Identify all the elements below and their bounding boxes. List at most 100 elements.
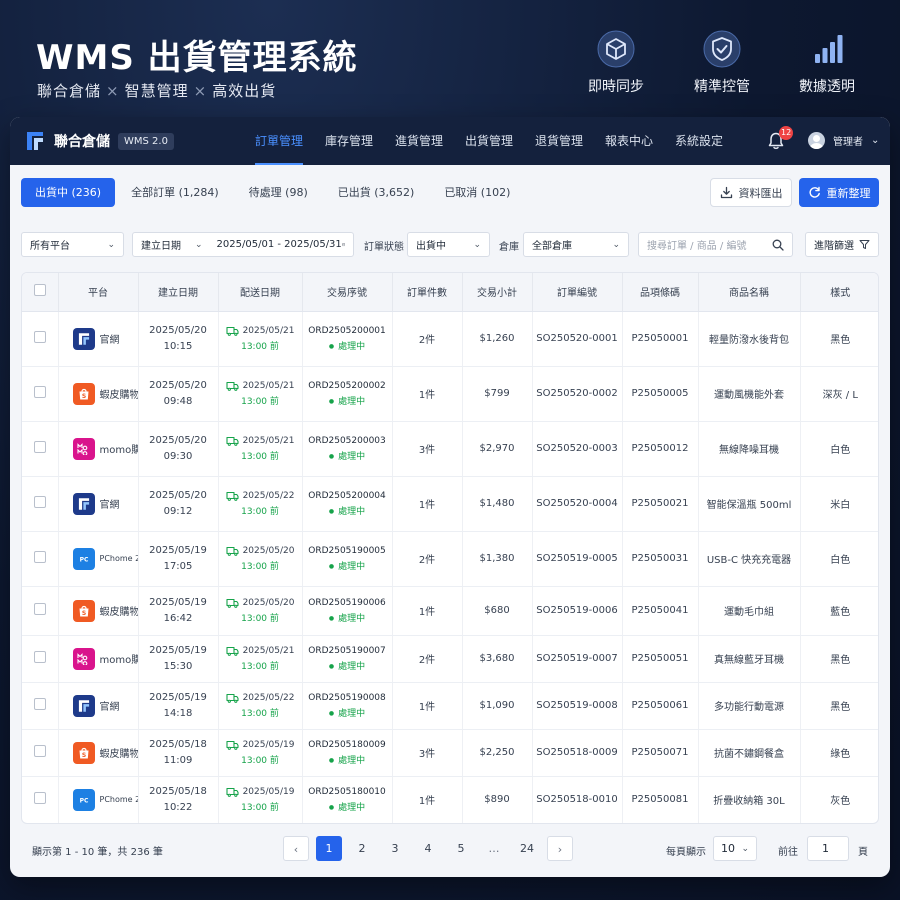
page-button-3[interactable]: 3: [382, 836, 408, 861]
brand[interactable]: 聯合倉儲 WMS 2.0: [24, 130, 174, 152]
order-no-cell[interactable]: SO250518-0009: [532, 729, 623, 777]
truck-icon: [226, 436, 239, 446]
page-button-4[interactable]: 4: [415, 836, 441, 861]
chevron-left-icon: ‹: [293, 843, 299, 856]
row-checkbox[interactable]: [33, 496, 46, 508]
per-page-select[interactable]: 10 ⌄: [713, 836, 757, 861]
goto-page-input[interactable]: 1: [807, 836, 849, 861]
row-checkbox[interactable]: [33, 386, 46, 398]
page-ellipsis: …: [488, 842, 500, 855]
order-no-cell[interactable]: SO250520-0001: [532, 311, 623, 367]
order-no-cell[interactable]: SO250519-0006: [532, 586, 623, 636]
header-quantity[interactable]: 訂單件數: [392, 273, 463, 312]
header-barcode[interactable]: 品項條碼: [622, 273, 699, 312]
row-checkbox[interactable]: [33, 651, 46, 663]
ship-date: 2025/05/21: [242, 435, 295, 446]
order-no-cell[interactable]: SO250520-0002: [532, 366, 623, 422]
page-button-5[interactable]: 5: [448, 836, 474, 861]
transaction-no[interactable]: ORD2505190006: [303, 595, 392, 611]
header-platform[interactable]: 平台: [58, 273, 139, 312]
export-button[interactable]: 資料匯出: [710, 178, 792, 207]
order-no-cell[interactable]: SO250520-0003: [532, 421, 623, 477]
transaction-no[interactable]: ORD2505190005: [303, 543, 392, 559]
advanced-filter-button[interactable]: 進階篩選: [805, 232, 879, 257]
tab-shipping[interactable]: 出貨中 (236): [21, 178, 116, 207]
prev-page-button[interactable]: ‹: [283, 836, 309, 861]
transaction-no[interactable]: ORD2505190008: [303, 690, 392, 706]
tab-cancelled[interactable]: 已取消 (102): [430, 178, 524, 207]
created-date: 2025/05/19: [149, 544, 207, 556]
momo-logo-icon: [72, 647, 95, 670]
search-input[interactable]: 搜尋訂單 / 商品 / 編號: [638, 232, 793, 257]
platform-select[interactable]: 所有平台 ⌄: [21, 232, 124, 257]
warehouse-select[interactable]: 全部倉庫 ⌄: [523, 232, 629, 257]
nav-report-center[interactable]: 報表中心: [594, 117, 664, 165]
row-checkbox[interactable]: [33, 551, 46, 563]
row-checkbox[interactable]: [33, 698, 46, 710]
header-transaction-no[interactable]: 交易序號: [302, 273, 393, 312]
user-menu[interactable]: 管理者 ⌄: [808, 132, 879, 149]
transaction-no[interactable]: ORD2505180009: [303, 737, 392, 753]
row-checkbox[interactable]: [33, 331, 46, 343]
row-checkbox[interactable]: [33, 745, 46, 757]
table-row[interactable]: momo購物 2025/05/19 15:30 2025/05/21 13:00 前 OR…: [22, 635, 878, 683]
table-row[interactable]: 官網 2025/05/20 09:12 2025/05/22 13:00 前 ORD250…: [22, 476, 878, 532]
table-row[interactable]: PC PChome 24h 2025/05/19 17:05 2025/05/20 13:…: [22, 531, 878, 587]
barcode-cell: P25050005: [622, 366, 699, 422]
page-button-1[interactable]: 1: [316, 836, 342, 861]
search-icon[interactable]: [772, 239, 784, 251]
table-row[interactable]: S 蝦皮購物 2025/05/19 16:42 2025/05/20 13:00 前 ORD…: [22, 586, 878, 636]
refresh-button[interactable]: 重新整理: [799, 178, 879, 207]
page-button-2[interactable]: 2: [349, 836, 375, 861]
row-checkbox[interactable]: [33, 792, 46, 804]
order-no-cell[interactable]: SO250520-0004: [532, 476, 623, 532]
status-badge: 處理中: [303, 753, 392, 769]
header-product-name[interactable]: 商品名稱: [698, 273, 801, 312]
version-badge: WMS 2.0: [118, 132, 174, 150]
date-range-filter[interactable]: 建立日期 ⌄ 2025/05/01 - 2025/05/31: [132, 232, 354, 257]
table-row[interactable]: 官網 2025/05/19 14:18 2025/05/22 13:00 前 ORD250…: [22, 682, 878, 730]
select-all-checkbox[interactable]: [33, 284, 46, 297]
nav-system-settings[interactable]: 系統設定: [664, 117, 734, 165]
table-row[interactable]: S 蝦皮購物 2025/05/20 09:48 2025/05/21 13:00 前 ORD…: [22, 366, 878, 422]
date-field-select[interactable]: 建立日期: [141, 237, 181, 252]
order-no-cell[interactable]: SO250519-0005: [532, 531, 623, 587]
order-no-cell[interactable]: SO250518-0010: [532, 776, 623, 823]
transaction-no[interactable]: ORD2505200003: [303, 433, 392, 449]
transaction-no[interactable]: ORD2505190007: [303, 643, 392, 659]
hero-banner: WMS 出貨管理系統 聯合倉儲 × 智慧管理 × 高效出貨 即時同步 精準控管 數據透明: [0, 0, 900, 118]
notification-button[interactable]: 12: [766, 126, 794, 153]
header-variant[interactable]: 樣式: [800, 273, 878, 312]
table-row[interactable]: PC PChome 24h 2025/05/18 10:22 2025/05/19 13:…: [22, 776, 878, 823]
order-status-select[interactable]: 出貨中 ⌄: [407, 232, 490, 257]
tab-shipped[interactable]: 已出貨 (3,652): [324, 178, 429, 207]
transaction-no[interactable]: ORD2505200004: [303, 488, 392, 504]
table-row[interactable]: 官網 2025/05/20 10:15 2025/05/21 13:00 前 ORD250…: [22, 311, 878, 367]
row-checkbox[interactable]: [33, 603, 46, 615]
product-name-cell: 輕量防潑水後背包: [698, 311, 801, 367]
tab-pending[interactable]: 待處理 (98): [235, 178, 322, 207]
tab-all-orders[interactable]: 全部訂單 (1,284): [117, 178, 233, 207]
order-no-cell[interactable]: SO250519-0007: [532, 635, 623, 683]
product-name-cell: 抗菌不鏽鋼餐盒: [698, 729, 801, 777]
header-created-date[interactable]: 建立日期: [138, 273, 219, 312]
nav-order-management[interactable]: 訂單管理: [244, 117, 314, 165]
transaction-no[interactable]: ORD2505180010: [303, 784, 392, 800]
row-checkbox[interactable]: [33, 441, 46, 453]
date-range-value[interactable]: 2025/05/01 - 2025/05/31: [217, 239, 342, 250]
table-row[interactable]: S 蝦皮購物 2025/05/18 11:09 2025/05/19 13:00 前 ORD…: [22, 729, 878, 777]
order-no-cell[interactable]: SO250519-0008: [532, 682, 623, 730]
nav-inventory-management[interactable]: 庫存管理: [314, 117, 384, 165]
table-row[interactable]: momo購物 2025/05/20 09:30 2025/05/21 13:00 前 OR…: [22, 421, 878, 477]
nav-shipping-management[interactable]: 出貨管理: [454, 117, 524, 165]
header-subtotal[interactable]: 交易小計: [462, 273, 533, 312]
next-page-button[interactable]: ›: [547, 836, 573, 861]
subtotal-cell: $3,680: [462, 635, 533, 683]
transaction-no[interactable]: ORD2505200001: [303, 323, 392, 339]
header-order-no[interactable]: 訂單編號: [532, 273, 623, 312]
nav-receiving-management[interactable]: 進貨管理: [384, 117, 454, 165]
nav-returns-management[interactable]: 退貨管理: [524, 117, 594, 165]
page-button-24[interactable]: 24: [514, 836, 540, 861]
header-ship-date[interactable]: 配送日期: [218, 273, 303, 312]
transaction-no[interactable]: ORD2505200002: [303, 378, 392, 394]
